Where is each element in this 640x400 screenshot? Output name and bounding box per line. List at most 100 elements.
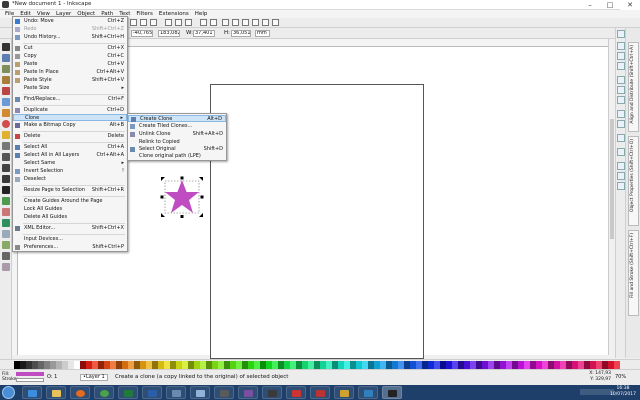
- menu-item-undo[interactable]: Undo: Move Ctrl+Z: [13, 18, 127, 25]
- 3d-box-tool-icon[interactable]: [2, 109, 10, 117]
- menu-item-redo[interactable]: Redo Shift+Ctrl+Z: [13, 26, 127, 33]
- taskbar-firefox[interactable]: [70, 386, 90, 399]
- align-distribute-tab[interactable]: Align and Distribute (Shift+Ctrl+A): [628, 42, 639, 132]
- selected-star[interactable]: [160, 176, 204, 220]
- taskbar-explorer[interactable]: [46, 386, 66, 399]
- scrollbar-thumb[interactable]: [610, 119, 614, 239]
- menu-item-copy[interactable]: Copy Ctrl+C: [13, 53, 127, 60]
- snap-toggle-icon[interactable]: [617, 30, 625, 38]
- zoom-selection-icon[interactable]: [130, 19, 137, 26]
- menu-item-unlink-clone[interactable]: Unlink Clone Shift+Alt+D: [128, 131, 226, 138]
- minimize-button[interactable]: –: [580, 0, 600, 10]
- unit-select[interactable]: mm: [255, 30, 270, 37]
- taskbar-app-3[interactable]: [214, 386, 234, 399]
- xml-editor-icon[interactable]: [242, 19, 249, 26]
- layer-dropdown[interactable]: •Layer 1: [80, 374, 108, 381]
- y-field[interactable]: 183,082: [158, 30, 180, 37]
- x-field[interactable]: -40,765: [131, 30, 153, 37]
- taskbar-app-4[interactable]: [238, 386, 258, 399]
- fill-stroke-tab[interactable]: Fill and Stroke (Shift+Ctrl+F): [628, 230, 639, 316]
- ungroup-icon[interactable]: [210, 19, 217, 26]
- taskbar-inkscape[interactable]: [382, 386, 402, 399]
- palette-swatch[interactable]: [614, 361, 620, 369]
- menu-item-deselect[interactable]: Deselect: [13, 176, 127, 183]
- taskbar-app-8[interactable]: [334, 386, 354, 399]
- connector-tool-icon[interactable]: [2, 263, 10, 271]
- taskbar-word[interactable]: [142, 386, 162, 399]
- snap-smooth-nodes-icon[interactable]: [617, 120, 625, 128]
- paint-bucket-tool-icon[interactable]: [2, 219, 10, 227]
- menu-item-select-all[interactable]: Select All Ctrl+A: [13, 144, 127, 151]
- menu-item-paste-style[interactable]: Paste Style Shift+Ctrl+V: [13, 77, 127, 84]
- preferences-icon[interactable]: [262, 19, 269, 26]
- align-distribute-icon[interactable]: [252, 19, 259, 26]
- group-icon[interactable]: [200, 19, 207, 26]
- text-font-icon[interactable]: [232, 19, 239, 26]
- snap-grids-icon[interactable]: [617, 172, 625, 180]
- rectangle-tool-icon[interactable]: [2, 98, 10, 106]
- taskbar-app-7[interactable]: [310, 386, 330, 399]
- vertical-scrollbar[interactable]: [608, 39, 615, 355]
- taskbar-ie[interactable]: [22, 386, 42, 399]
- zoom-page-icon[interactable]: [150, 19, 157, 26]
- menu-item-clone-lpe[interactable]: Clone original path (LPE): [128, 153, 226, 160]
- taskbar-app-6[interactable]: [286, 386, 306, 399]
- snap-bbox-corners-icon[interactable]: [617, 62, 625, 70]
- snap-paths-icon[interactable]: [617, 86, 625, 94]
- menu-item-input-devices[interactable]: Input Devices...: [13, 236, 127, 243]
- snap-intersections-icon[interactable]: [617, 96, 625, 104]
- snap-page-border-icon[interactable]: [617, 162, 625, 170]
- unlink-clone-icon[interactable]: [185, 19, 192, 26]
- maximize-button[interactable]: □: [600, 0, 620, 10]
- fill-stroke-icon[interactable]: [222, 19, 229, 26]
- opacity-control[interactable]: O: 1: [47, 374, 57, 380]
- stroke-swatch[interactable]: [16, 378, 44, 382]
- close-button[interactable]: ✕: [620, 0, 640, 10]
- menu-item-preferences[interactable]: Preferences... Shift+Ctrl+P: [13, 244, 127, 251]
- menu-item-clone[interactable]: Clone ▸: [13, 114, 127, 121]
- taskbar-chrome[interactable]: [94, 386, 114, 399]
- snap-nodes-icon[interactable]: [617, 76, 625, 84]
- menu-item-select-same[interactable]: Select Same ▸: [13, 160, 127, 167]
- menu-item-create-guides[interactable]: Create Guides Around the Page: [13, 198, 127, 205]
- menu-item-bitmap-copy[interactable]: Make a Bitmap Copy Alt+B: [13, 122, 127, 129]
- menu-item-select-all-layers[interactable]: Select All in All Layers Ctrl+Alt+A: [13, 152, 127, 159]
- taskbar-clock[interactable]: 16:38 10/07/2017: [610, 386, 636, 398]
- measure-tool-icon[interactable]: [2, 87, 10, 95]
- menu-item-lock-guides[interactable]: Lock All Guides: [13, 206, 127, 213]
- zoom-field[interactable]: 70%: [615, 374, 626, 380]
- tweak-tool-icon[interactable]: [2, 65, 10, 73]
- menu-item-create-clone[interactable]: Create Clone Alt+D: [128, 115, 226, 122]
- eraser-tool-icon[interactable]: [2, 208, 10, 216]
- menu-item-paste-in-place[interactable]: Paste In Place Ctrl+Alt+V: [13, 69, 127, 76]
- menu-item-delete[interactable]: Delete Delete: [13, 133, 127, 140]
- snap-guides-icon[interactable]: [617, 182, 625, 190]
- snap-centers-icon[interactable]: [617, 148, 625, 156]
- system-tray[interactable]: [580, 389, 614, 395]
- start-button[interactable]: [2, 386, 15, 399]
- menu-item-cut[interactable]: Cut Ctrl+X: [13, 45, 127, 52]
- menu-item-invert-selection[interactable]: Invert Selection!: [13, 168, 127, 175]
- menu-help[interactable]: Help: [192, 11, 211, 17]
- snap-midpoints-icon[interactable]: [617, 134, 625, 142]
- menu-item-resize-page[interactable]: Resize Page to Selection Shift+Ctrl+R: [13, 187, 127, 194]
- menu-item-undo-history[interactable]: Undo History... Shift+Ctrl+H: [13, 34, 127, 41]
- zoom-tool-icon[interactable]: [2, 76, 10, 84]
- menu-item-delete-guides[interactable]: Delete All Guides: [13, 214, 127, 221]
- snap-bbox-icon[interactable]: [617, 42, 625, 50]
- pencil-tool-icon[interactable]: [2, 153, 10, 161]
- dropper-tool-icon[interactable]: [2, 252, 10, 260]
- menu-item-select-original[interactable]: Select Original Shift+D: [128, 146, 226, 153]
- menu-extensions[interactable]: Extensions: [156, 11, 192, 17]
- star-tool-icon[interactable]: [2, 131, 10, 139]
- fill-swatch[interactable]: [16, 372, 44, 376]
- node-tool-icon[interactable]: [2, 54, 10, 62]
- menu-item-xml-editor[interactable]: XML Editor... Shift+Ctrl+X: [13, 225, 127, 232]
- object-properties-tab[interactable]: Object Properties (Shift+Ctrl+O): [628, 136, 639, 226]
- menu-filters[interactable]: Filters: [133, 11, 156, 17]
- gradient-tool-icon[interactable]: [2, 230, 10, 238]
- height-field[interactable]: 36,051: [231, 30, 251, 37]
- text-tool-icon[interactable]: [2, 186, 10, 194]
- spray-tool-icon[interactable]: [2, 197, 10, 205]
- menu-item-relink-copied[interactable]: Relink to Copied: [128, 139, 226, 146]
